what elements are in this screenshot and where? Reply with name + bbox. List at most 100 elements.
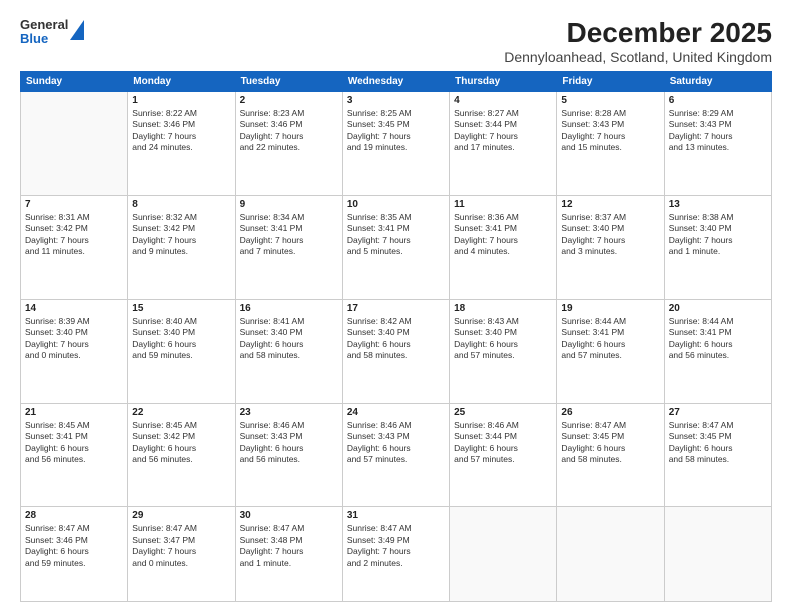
day-info: Sunrise: 8:44 AM Sunset: 3:41 PM Dayligh…: [561, 316, 659, 362]
calendar-week-3: 14 Sunrise: 8:39 AM Sunset: 3:40 PM Dayli…: [21, 299, 772, 403]
table-row: 24Sunrise: 8:46 AM Sunset: 3:43 PM Dayli…: [342, 403, 449, 507]
table-row: 10 Sunrise: 8:35 AM Sunset: 3:41 PM Dayli…: [342, 195, 449, 299]
day-number: 7: [25, 199, 123, 210]
calendar-header-row: Sunday Monday Tuesday Wednesday Thursday…: [21, 71, 772, 91]
table-row: 16Sunrise: 8:41 AM Sunset: 3:40 PM Dayli…: [235, 299, 342, 403]
day-number: 15: [132, 303, 230, 314]
day-info: Sunrise: 8:46 AM Sunset: 3:43 PM Dayligh…: [240, 420, 338, 466]
table-row: 1 Sunrise: 8:22 AM Sunset: 3:46 PM Daylig…: [128, 91, 235, 195]
table-row: [557, 507, 664, 602]
day-number: 8: [132, 199, 230, 210]
header-monday: Monday: [128, 71, 235, 91]
day-number: 25: [454, 407, 552, 418]
calendar-table: Sunday Monday Tuesday Wednesday Thursday…: [20, 71, 772, 602]
table-row: 3Sunrise: 8:25 AM Sunset: 3:45 PM Daylig…: [342, 91, 449, 195]
day-number: 3: [347, 95, 445, 106]
day-number: 12: [561, 199, 659, 210]
logo-triangle-icon: [70, 20, 84, 40]
table-row: 2 Sunrise: 8:23 AM Sunset: 3:46 PM Daylig…: [235, 91, 342, 195]
table-row: 25 Sunrise: 8:46 AM Sunset: 3:44 PM Dayli…: [450, 403, 557, 507]
day-info: Sunrise: 8:47 AM Sunset: 3:45 PM Dayligh…: [669, 420, 767, 466]
day-info: Sunrise: 8:34 AM Sunset: 3:41 PM Dayligh…: [240, 212, 338, 258]
day-info: Sunrise: 8:22 AM Sunset: 3:46 PM Dayligh…: [132, 108, 230, 154]
table-row: 19 Sunrise: 8:44 AM Sunset: 3:41 PM Dayli…: [557, 299, 664, 403]
day-number: 20: [669, 303, 767, 314]
day-info: Sunrise: 8:37 AM Sunset: 3:40 PM Dayligh…: [561, 212, 659, 258]
day-info: Sunrise: 8:46 AM Sunset: 3:43 PM Dayligh…: [347, 420, 445, 466]
header-sunday: Sunday: [21, 71, 128, 91]
header-thursday: Thursday: [450, 71, 557, 91]
page: General Blue December 2025 Dennyloanhead…: [0, 0, 792, 612]
day-number: 10: [347, 199, 445, 210]
day-info: Sunrise: 8:45 AM Sunset: 3:42 PM Dayligh…: [132, 420, 230, 466]
day-number: 29: [132, 510, 230, 521]
day-number: 23: [240, 407, 338, 418]
day-number: 17: [347, 303, 445, 314]
table-row: 21 Sunrise: 8:45 AM Sunset: 3:41 PM Dayli…: [21, 403, 128, 507]
day-number: 22: [132, 407, 230, 418]
calendar-title: December 2025: [504, 18, 772, 49]
day-info: Sunrise: 8:47 AM Sunset: 3:45 PM Dayligh…: [561, 420, 659, 466]
day-number: 1: [132, 95, 230, 106]
day-info: Sunrise: 8:47 AM Sunset: 3:49 PM Dayligh…: [347, 523, 445, 569]
day-number: 2: [240, 95, 338, 106]
day-info: Sunrise: 8:44 AM Sunset: 3:41 PM Dayligh…: [669, 316, 767, 362]
day-info: Sunrise: 8:32 AM Sunset: 3:42 PM Dayligh…: [132, 212, 230, 258]
day-info: Sunrise: 8:46 AM Sunset: 3:44 PM Dayligh…: [454, 420, 552, 466]
day-number: 19: [561, 303, 659, 314]
day-info: Sunrise: 8:31 AM Sunset: 3:42 PM Dayligh…: [25, 212, 123, 258]
table-row: 26 Sunrise: 8:47 AM Sunset: 3:45 PM Dayli…: [557, 403, 664, 507]
title-block: December 2025 Dennyloanhead, Scotland, U…: [504, 18, 772, 65]
table-row: 17 Sunrise: 8:42 AM Sunset: 3:40 PM Dayli…: [342, 299, 449, 403]
table-row: 7 Sunrise: 8:31 AM Sunset: 3:42 PM Daylig…: [21, 195, 128, 299]
day-info: Sunrise: 8:39 AM Sunset: 3:40 PM Dayligh…: [25, 316, 123, 362]
day-number: 14: [25, 303, 123, 314]
day-info: Sunrise: 8:27 AM Sunset: 3:44 PM Dayligh…: [454, 108, 552, 154]
day-number: 21: [25, 407, 123, 418]
table-row: 13 Sunrise: 8:38 AM Sunset: 3:40 PM Dayli…: [664, 195, 771, 299]
header-friday: Friday: [557, 71, 664, 91]
day-info: Sunrise: 8:45 AM Sunset: 3:41 PM Dayligh…: [25, 420, 123, 466]
day-number: 5: [561, 95, 659, 106]
table-row: [664, 507, 771, 602]
logo: General Blue: [20, 18, 84, 47]
day-info: Sunrise: 8:23 AM Sunset: 3:46 PM Dayligh…: [240, 108, 338, 154]
table-row: 14 Sunrise: 8:39 AM Sunset: 3:40 PM Dayli…: [21, 299, 128, 403]
table-row: 15Sunrise: 8:40 AM Sunset: 3:40 PM Dayli…: [128, 299, 235, 403]
logo-blue: Blue: [20, 32, 68, 46]
header: General Blue December 2025 Dennyloanhead…: [20, 18, 772, 65]
day-number: 26: [561, 407, 659, 418]
calendar-week-1: 1 Sunrise: 8:22 AM Sunset: 3:46 PM Daylig…: [21, 91, 772, 195]
day-number: 27: [669, 407, 767, 418]
table-row: 4 Sunrise: 8:27 AM Sunset: 3:44 PM Daylig…: [450, 91, 557, 195]
day-info: Sunrise: 8:29 AM Sunset: 3:43 PM Dayligh…: [669, 108, 767, 154]
day-number: 11: [454, 199, 552, 210]
table-row: 31Sunrise: 8:47 AM Sunset: 3:49 PM Dayli…: [342, 507, 449, 602]
day-info: Sunrise: 8:43 AM Sunset: 3:40 PM Dayligh…: [454, 316, 552, 362]
logo-general: General: [20, 18, 68, 32]
day-info: Sunrise: 8:36 AM Sunset: 3:41 PM Dayligh…: [454, 212, 552, 258]
day-info: Sunrise: 8:38 AM Sunset: 3:40 PM Dayligh…: [669, 212, 767, 258]
day-number: 6: [669, 95, 767, 106]
day-number: 28: [25, 510, 123, 521]
day-info: Sunrise: 8:47 AM Sunset: 3:48 PM Dayligh…: [240, 523, 338, 569]
table-row: 28Sunrise: 8:47 AM Sunset: 3:46 PM Dayli…: [21, 507, 128, 602]
day-number: 18: [454, 303, 552, 314]
day-info: Sunrise: 8:35 AM Sunset: 3:41 PM Dayligh…: [347, 212, 445, 258]
table-row: 18 Sunrise: 8:43 AM Sunset: 3:40 PM Dayli…: [450, 299, 557, 403]
day-number: 13: [669, 199, 767, 210]
day-info: Sunrise: 8:47 AM Sunset: 3:47 PM Dayligh…: [132, 523, 230, 569]
table-row: 27 Sunrise: 8:47 AM Sunset: 3:45 PM Dayli…: [664, 403, 771, 507]
day-number: 4: [454, 95, 552, 106]
table-row: 12 Sunrise: 8:37 AM Sunset: 3:40 PM Dayli…: [557, 195, 664, 299]
day-number: 30: [240, 510, 338, 521]
day-info: Sunrise: 8:41 AM Sunset: 3:40 PM Dayligh…: [240, 316, 338, 362]
table-row: 30 Sunrise: 8:47 AM Sunset: 3:48 PM Dayli…: [235, 507, 342, 602]
calendar-week-2: 7 Sunrise: 8:31 AM Sunset: 3:42 PM Daylig…: [21, 195, 772, 299]
table-row: 20 Sunrise: 8:44 AM Sunset: 3:41 PM Dayli…: [664, 299, 771, 403]
header-wednesday: Wednesday: [342, 71, 449, 91]
day-info: Sunrise: 8:42 AM Sunset: 3:40 PM Dayligh…: [347, 316, 445, 362]
table-row: 9Sunrise: 8:34 AM Sunset: 3:41 PM Daylig…: [235, 195, 342, 299]
day-info: Sunrise: 8:28 AM Sunset: 3:43 PM Dayligh…: [561, 108, 659, 154]
table-row: 11 Sunrise: 8:36 AM Sunset: 3:41 PM Dayli…: [450, 195, 557, 299]
